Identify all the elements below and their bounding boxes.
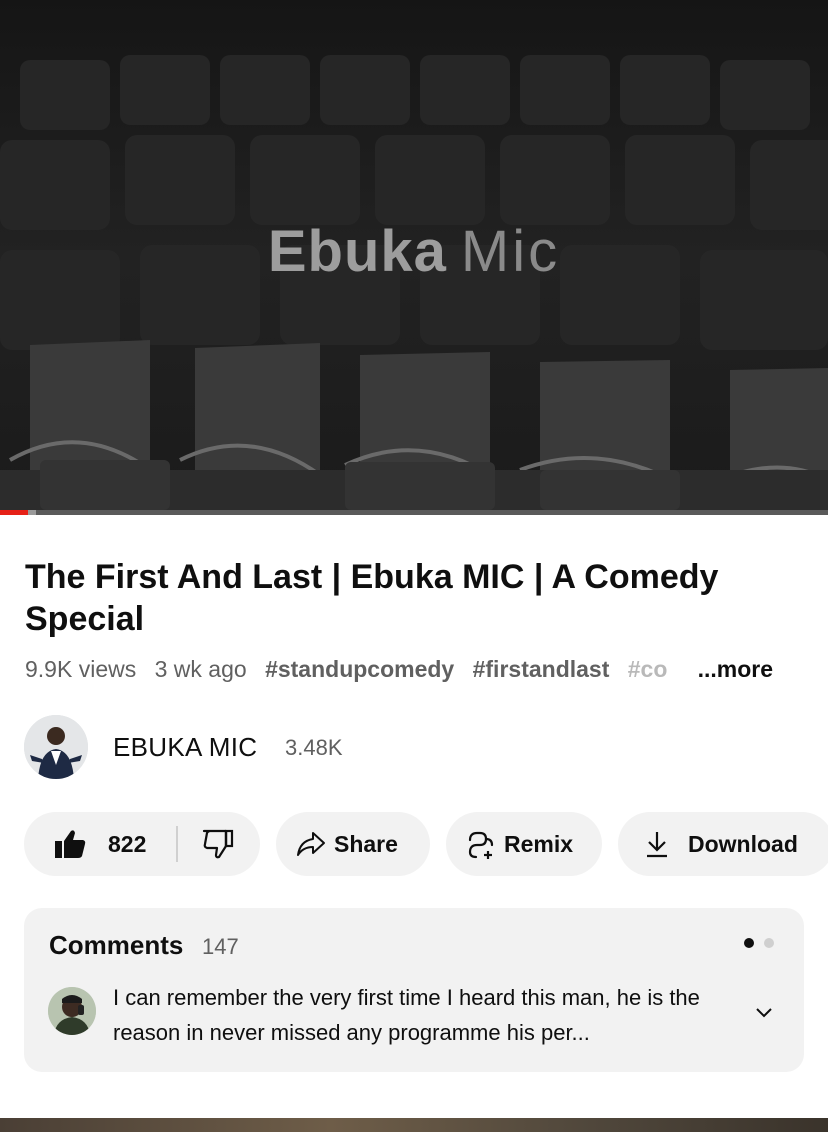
download-button[interactable]: Download xyxy=(618,812,828,876)
action-bar: 822 Share Remix Download xyxy=(24,812,828,876)
like-count[interactable]: 822 xyxy=(108,831,146,858)
remix-button[interactable]: Remix xyxy=(446,812,602,876)
top-comment-text: I can remember the very first time I hea… xyxy=(113,985,700,1045)
pager-dot-inactive xyxy=(764,938,774,948)
video-meta-line[interactable]: 9.9K views 3 wk ago #standupcomedy #firs… xyxy=(25,654,815,684)
like-dislike-group: 822 xyxy=(24,812,260,876)
remix-label: Remix xyxy=(504,831,574,857)
comments-panel[interactable]: Comments 147 I can remember the very fir… xyxy=(24,908,804,1072)
progress-played xyxy=(0,510,29,515)
share-button[interactable]: Share xyxy=(276,812,430,876)
pager-dot-active xyxy=(744,938,754,948)
channel-row[interactable]: EBUKA MIC 3.48K xyxy=(24,715,804,781)
more-link[interactable]: ...more xyxy=(677,654,773,684)
remix-icon xyxy=(468,831,494,859)
like-divider xyxy=(176,826,178,862)
thumbs-down-icon[interactable] xyxy=(202,829,234,859)
video-title[interactable]: The First And Last | Ebuka MIC | A Comed… xyxy=(25,556,805,640)
video-player[interactable]: Ebuka Mic xyxy=(0,0,828,515)
next-video-thumbnail[interactable] xyxy=(0,1118,828,1132)
hashtag-truncated: #co xyxy=(627,656,668,682)
watermark-light: Mic xyxy=(460,219,561,284)
commenter-avatar xyxy=(48,987,96,1035)
comments-heading: Comments xyxy=(49,930,184,960)
comments-count: 147 xyxy=(202,934,239,959)
upload-age: 3 wk ago xyxy=(154,656,247,682)
hashtag[interactable]: #firstandlast xyxy=(473,656,610,682)
view-count: 9.9K views xyxy=(25,656,137,682)
video-progress-bar[interactable] xyxy=(0,510,828,515)
subscriber-count: 3.48K xyxy=(285,735,343,760)
channel-name[interactable]: EBUKA MIC xyxy=(113,732,257,763)
share-label: Share xyxy=(334,831,398,857)
video-watermark-title: Ebuka Mic xyxy=(0,218,828,285)
watermark-bold: Ebuka xyxy=(267,219,447,284)
share-arrow-icon xyxy=(297,832,325,856)
download-label: Download xyxy=(688,831,798,857)
channel-avatar[interactable] xyxy=(24,715,88,779)
thumbs-up-icon[interactable] xyxy=(54,829,86,859)
hashtag[interactable]: #standupcomedy xyxy=(265,656,454,682)
chevron-down-icon[interactable] xyxy=(754,1006,774,1020)
download-icon xyxy=(647,832,667,858)
